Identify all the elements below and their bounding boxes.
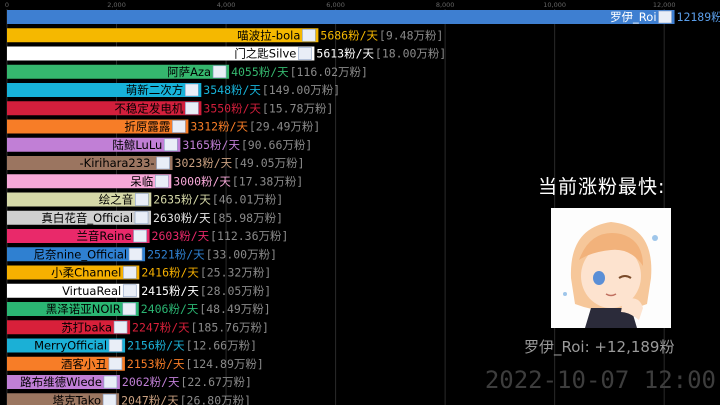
timestamp: 2022-10-07 12:00	[484, 366, 716, 394]
bar	[7, 10, 675, 24]
bar-icon	[134, 211, 149, 225]
bar-total-label: [46.01万粉]	[212, 193, 283, 207]
bar-value-label: 3023粉/天	[175, 156, 233, 170]
x-tick-label: 0	[5, 1, 9, 9]
bar-total-label: [90.66万粉]	[241, 138, 312, 152]
bar-icon	[185, 101, 199, 115]
bar-icon	[156, 156, 170, 170]
bar-value-label: 4055粉/天	[231, 65, 289, 79]
bar-name-label: 塔克Tako	[53, 393, 101, 405]
bar-icon	[172, 120, 186, 133]
bar-total-label: [18.00万粉]	[375, 47, 446, 61]
bar-icon	[658, 10, 672, 24]
panel-title: 当前涨粉最快:	[538, 176, 666, 198]
bar-value-label: 3550粉/天	[203, 101, 261, 115]
bar-total-label: [22.67万粉]	[180, 375, 251, 389]
bar-total-label: [49.05万粉]	[233, 156, 304, 170]
x-tick-label: 10,000	[543, 1, 566, 9]
bar-total-label: [29.49万粉]	[249, 120, 320, 134]
bar-name-label: 陆鲸LuLu	[112, 138, 162, 152]
bar-total-label: [116.02万粉]	[290, 65, 368, 79]
bar-total-label: [12.66万粉]	[186, 339, 257, 353]
bar-total-label: [17.38万粉]	[232, 174, 303, 188]
bar-name-label: VirtuaReal	[62, 284, 121, 298]
bar-total-label: [185.76万粉]	[191, 320, 269, 334]
bar-total-label: [149.00万粉]	[262, 83, 340, 97]
bar-total-label: [112.36万粉]	[210, 229, 288, 243]
bar-total-label: [33.00万粉]	[206, 247, 277, 261]
bar-total-label: [26.80万粉]	[180, 393, 251, 405]
x-tick-label: 2,000	[107, 1, 126, 9]
bar-name-label: 门之匙Silve	[234, 47, 296, 61]
bar-icon	[135, 193, 149, 206]
bar-name-label: -Kirihara233-	[80, 156, 155, 170]
bar-value-label: 3548粉/天	[203, 83, 261, 97]
bar-name-label: 绘之音	[99, 193, 134, 207]
bar-value-label: 12189粉/天	[677, 10, 720, 24]
bar-name-label: 小柔Channel	[51, 266, 121, 280]
leader-summary: 罗伊_Roi: +12,189粉	[524, 338, 675, 356]
bar-value-label: 2153粉/天	[127, 357, 185, 371]
bar-name-label: 酒客小丑	[61, 357, 107, 371]
leader-avatar	[551, 208, 671, 328]
bar-value-label: 2047粉/天	[121, 393, 179, 405]
bar-total-label: [15.78万粉]	[262, 101, 333, 115]
bar-icon	[123, 266, 137, 279]
bar-value-label: 5686粉/天	[320, 28, 378, 42]
bar-value-label: 2156粉/天	[127, 339, 185, 353]
bar-value-label: 2406粉/天	[141, 302, 199, 316]
bar-total-label: [9.48万粉]	[379, 28, 444, 42]
bar-name-label: 不稳定发电机	[114, 101, 183, 115]
bar-icon	[302, 28, 316, 42]
bar-total-label: [28.05万粉]	[200, 284, 271, 298]
bar-name-label: 苏打baka	[61, 320, 112, 334]
bar-value-label: 2416粉/天	[141, 266, 199, 280]
bar-total-label: [25.32万粉]	[200, 266, 271, 280]
bar-value-label: 3165粉/天	[182, 138, 240, 152]
bar-name-label: 阿萨Aza	[167, 65, 211, 79]
bar-name-label: 黑泽诺亚NOIR	[46, 302, 121, 316]
bar-icon	[128, 247, 143, 261]
bar-name-label: 折原露露	[124, 120, 170, 134]
bar-icon	[212, 65, 227, 79]
bar-value-label: 2247粉/天	[132, 320, 190, 334]
bar-value-label: 2521粉/天	[147, 247, 205, 261]
bar-icon	[113, 320, 128, 334]
bar-name-label: 喵波拉-bola	[237, 28, 300, 42]
bar-icon	[103, 375, 118, 389]
bar-name-label: 呆临	[130, 174, 153, 188]
bar-name-label: 路布维德Wiede	[20, 375, 102, 389]
bar-value-label: 2415粉/天	[141, 284, 199, 298]
bar-icon	[108, 339, 123, 352]
bar-icon	[122, 302, 137, 316]
bar-value-label: 5613粉/天	[316, 47, 374, 61]
x-tick-label: 12,000	[653, 1, 676, 9]
bar-name-label: 尼奈nine_Official	[34, 247, 128, 261]
bar-icon	[164, 138, 178, 152]
bar-icon	[122, 284, 137, 298]
bar-value-label: 2635粉/天	[153, 193, 211, 207]
bar-value-label: 2062粉/天	[122, 375, 180, 389]
bar-value-label: 2630粉/天	[153, 211, 211, 225]
bar-name-label: 兰音Reine	[76, 229, 131, 243]
bar-icon	[154, 174, 169, 188]
bar-name-label: MerryOfficial	[34, 339, 107, 353]
bar-icon	[185, 83, 199, 97]
bar-name-label: 真白花音_Official	[41, 211, 133, 225]
bar-value-label: 3000粉/天	[173, 174, 231, 188]
bar-total-label: [85.98万粉]	[212, 211, 283, 225]
x-tick-label: 8,000	[436, 1, 455, 9]
bar-total-label: [124.89万粉]	[185, 357, 263, 371]
bar-icon	[133, 229, 147, 243]
x-tick-label: 6,000	[326, 1, 345, 9]
bar-value-label: 3312粉/天	[190, 120, 248, 134]
bar-value-label: 2603粉/天	[152, 229, 210, 243]
bar-name-label: 罗伊_Roi	[610, 10, 656, 24]
x-tick-label: 4,000	[217, 1, 236, 9]
bar-name-label: 萌新二次方	[126, 83, 184, 97]
bar-total-label: [48.49万粉]	[199, 302, 270, 316]
bar-icon	[298, 47, 312, 60]
bar-icon	[108, 357, 123, 371]
bar-icon	[102, 393, 117, 405]
